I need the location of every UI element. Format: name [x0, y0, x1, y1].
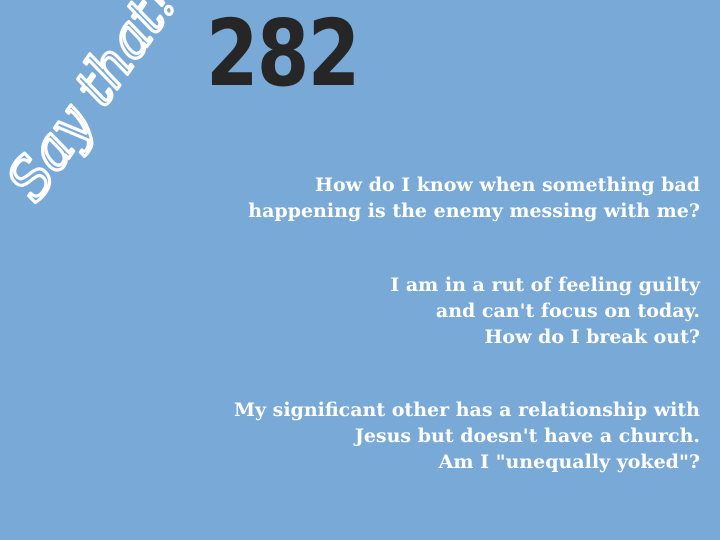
episode-number: 282 [206, 0, 360, 107]
question-2-line-2: and can't focus on today. [435, 300, 700, 322]
slide: Say that! Say that! 282 How do I know wh… [0, 0, 720, 540]
question-3-line-3: Am I "unequally yoked"? [438, 451, 700, 473]
question-3: My significant other has a relationship … [200, 397, 700, 475]
question-1: How do I know when something bad happeni… [200, 172, 700, 224]
question-2-line-3: How do I break out? [484, 326, 700, 348]
question-3-line-2: Jesus but doesn't have a church. [354, 425, 700, 447]
say-that-logo-graphic: Say that! Say that! [0, 0, 192, 215]
question-3-line-1: My significant other has a relationship … [233, 399, 700, 421]
question-1-line-1: How do I know when something bad [315, 174, 700, 196]
say-that-logo-text-texture: Say that! [0, 0, 190, 213]
question-2: I am in a rut of feeling guilty and can'… [200, 272, 700, 350]
question-2-line-1: I am in a rut of feeling guilty [390, 274, 700, 296]
say-that-logo: Say that! Say that! [0, 0, 210, 230]
question-1-line-2: happening is the enemy messing with me? [248, 200, 700, 222]
